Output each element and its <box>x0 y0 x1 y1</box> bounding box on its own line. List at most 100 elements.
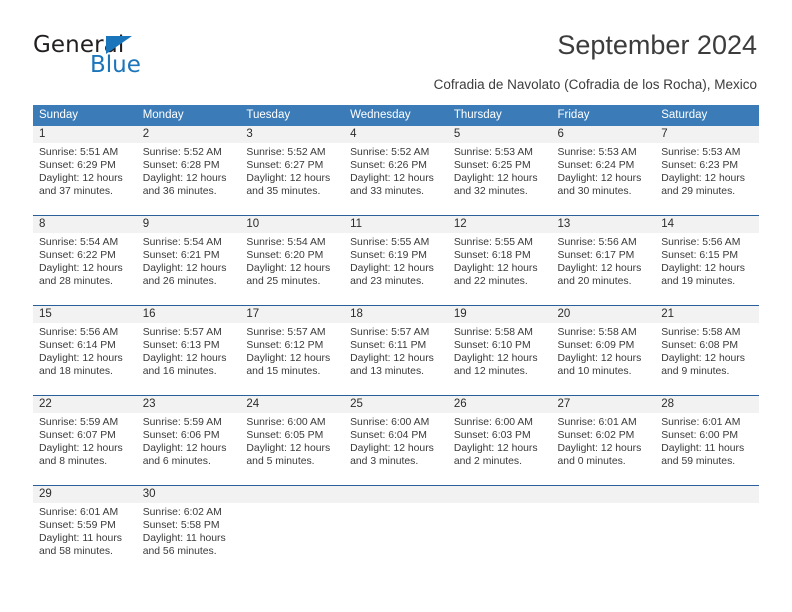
daylight-text: Daylight: 12 hours <box>142 442 227 454</box>
weekday-header-wednesday: Wednesday <box>350 109 411 121</box>
sunrise-text: Sunrise: 5:52 AM <box>350 147 430 158</box>
day-number-row: 15 16 17 18 19 20 21 <box>33 306 759 323</box>
sunrise-text: Sunrise: 5:53 AM <box>453 147 533 158</box>
daylight-text: Daylight: 12 hours <box>39 442 123 454</box>
day-number[interactable]: 26 <box>448 396 552 413</box>
daylight-text: Daylight: 12 hours <box>557 172 642 184</box>
day-number[interactable]: 6 <box>552 126 656 143</box>
sunset-text: Sunset: 6:20 PM <box>246 249 324 261</box>
day-cell: Sunrise: 5:58 AM Sunset: 6:10 PM Dayligh… <box>448 323 552 395</box>
calendar-week-row: 29 30 Sunrise: 6:01 AM Sunset: 5:59 PM D… <box>33 485 759 575</box>
sunrise-text: Sunrise: 6:01 AM <box>661 417 741 428</box>
daylight-text: Daylight: 12 hours <box>246 442 331 454</box>
daylight-text-cont: and 18 minutes. <box>39 365 113 377</box>
day-number[interactable]: 9 <box>137 216 241 233</box>
weekday-header-thursday: Thursday <box>453 109 502 121</box>
day-number[interactable]: 18 <box>344 306 448 323</box>
sunrise-text: Sunrise: 5:54 AM <box>246 237 326 248</box>
daylight-text-cont: and 28 minutes. <box>39 275 113 287</box>
day-number-empty <box>552 486 656 503</box>
day-number[interactable]: 15 <box>33 306 137 323</box>
sunset-text: Sunset: 6:25 PM <box>453 159 531 171</box>
day-cell: Sunrise: 5:53 AM Sunset: 6:25 PM Dayligh… <box>448 143 552 215</box>
daylight-text-cont: and 2 minutes. <box>453 455 522 467</box>
day-number[interactable]: 8 <box>33 216 137 233</box>
day-number[interactable]: 17 <box>240 306 344 323</box>
daylight-text: Daylight: 12 hours <box>350 262 434 274</box>
day-number[interactable]: 16 <box>137 306 241 323</box>
daylight-text: Daylight: 12 hours <box>246 172 331 184</box>
day-cell: Sunrise: 5:57 AM Sunset: 6:12 PM Dayligh… <box>240 323 344 395</box>
daylight-text: Daylight: 12 hours <box>661 262 745 274</box>
day-cell-empty <box>552 503 656 575</box>
daylight-text: Daylight: 12 hours <box>142 262 227 274</box>
daylight-text: Daylight: 12 hours <box>453 262 538 274</box>
sunset-text: Sunset: 6:06 PM <box>142 429 220 441</box>
weekday-header-sunday: Sunday <box>39 109 79 121</box>
daylight-text-cont: and 58 minutes. <box>39 545 113 557</box>
daylight-text: Daylight: 11 hours <box>661 442 745 454</box>
day-number[interactable]: 19 <box>448 306 552 323</box>
day-number[interactable]: 29 <box>33 486 137 503</box>
calendar-week-row: 15 16 17 18 19 20 21 Sunrise: 5:56 AM Su… <box>33 305 759 395</box>
sunset-text: Sunset: 5:59 PM <box>39 519 116 531</box>
daylight-text: Daylight: 12 hours <box>350 172 434 184</box>
day-number[interactable]: 14 <box>655 216 759 233</box>
day-cell: Sunrise: 5:55 AM Sunset: 6:19 PM Dayligh… <box>344 233 448 305</box>
daylight-text-cont: and 9 minutes. <box>661 365 730 377</box>
daylight-text-cont: and 25 minutes. <box>246 275 321 287</box>
sunrise-text: Sunrise: 5:53 AM <box>557 147 637 158</box>
day-cell: Sunrise: 5:52 AM Sunset: 6:27 PM Dayligh… <box>240 143 344 215</box>
day-number[interactable]: 11 <box>344 216 448 233</box>
daylight-text-cont: and 22 minutes. <box>453 275 528 287</box>
day-cell: Sunrise: 5:57 AM Sunset: 6:11 PM Dayligh… <box>344 323 448 395</box>
day-number-row: 8 9 10 11 12 13 14 <box>33 216 759 233</box>
day-number-empty <box>655 486 759 503</box>
day-number[interactable]: 25 <box>344 396 448 413</box>
sunset-text: Sunset: 6:07 PM <box>39 429 116 441</box>
day-number[interactable]: 7 <box>655 126 759 143</box>
sunset-text: Sunset: 6:29 PM <box>39 159 116 171</box>
day-number[interactable]: 12 <box>448 216 552 233</box>
daylight-text-cont: and 6 minutes. <box>142 455 211 467</box>
day-number[interactable]: 21 <box>655 306 759 323</box>
sunset-text: Sunset: 6:17 PM <box>557 249 635 261</box>
day-number[interactable]: 23 <box>137 396 241 413</box>
daylight-text: Daylight: 12 hours <box>453 352 538 364</box>
sunset-text: Sunset: 6:14 PM <box>39 339 116 351</box>
day-number[interactable]: 28 <box>655 396 759 413</box>
day-number[interactable]: 24 <box>240 396 344 413</box>
day-number[interactable]: 13 <box>552 216 656 233</box>
day-number[interactable]: 30 <box>137 486 241 503</box>
day-number[interactable]: 27 <box>552 396 656 413</box>
logo-text-blue: Blue <box>90 52 141 78</box>
sunrise-text: Sunrise: 5:57 AM <box>142 327 222 338</box>
sunrise-text: Sunrise: 6:00 AM <box>350 417 430 428</box>
daylight-text: Daylight: 12 hours <box>246 262 331 274</box>
day-number[interactable]: 1 <box>33 126 137 143</box>
daylight-text: Daylight: 12 hours <box>350 352 434 364</box>
sunset-text: Sunset: 6:04 PM <box>350 429 427 441</box>
sunset-text: Sunset: 6:10 PM <box>453 339 531 351</box>
sunrise-text: Sunrise: 6:00 AM <box>453 417 533 428</box>
daylight-text-cont: and 0 minutes. <box>557 455 626 467</box>
day-number[interactable]: 10 <box>240 216 344 233</box>
page-header: General Blue September 2024 Cofradia de … <box>0 0 792 92</box>
day-number[interactable]: 22 <box>33 396 137 413</box>
daylight-text-cont: and 3 minutes. <box>350 455 419 467</box>
day-cell: Sunrise: 5:52 AM Sunset: 6:26 PM Dayligh… <box>344 143 448 215</box>
daylight-text: Daylight: 12 hours <box>661 172 745 184</box>
day-number[interactable]: 2 <box>137 126 241 143</box>
sunrise-text: Sunrise: 5:57 AM <box>350 327 430 338</box>
day-number[interactable]: 5 <box>448 126 552 143</box>
weekday-header-row: Sunday Monday Tuesday Wednesday Thursday… <box>33 105 759 126</box>
day-number[interactable]: 4 <box>344 126 448 143</box>
day-number[interactable]: 3 <box>240 126 344 143</box>
day-number[interactable]: 20 <box>552 306 656 323</box>
daylight-text-cont: and 10 minutes. <box>557 365 632 377</box>
day-cell-empty <box>240 503 344 575</box>
sunrise-text: Sunrise: 5:53 AM <box>661 147 741 158</box>
sunset-text: Sunset: 6:15 PM <box>661 249 739 261</box>
sunset-text: Sunset: 6:13 PM <box>142 339 220 351</box>
day-number-empty <box>344 486 448 503</box>
